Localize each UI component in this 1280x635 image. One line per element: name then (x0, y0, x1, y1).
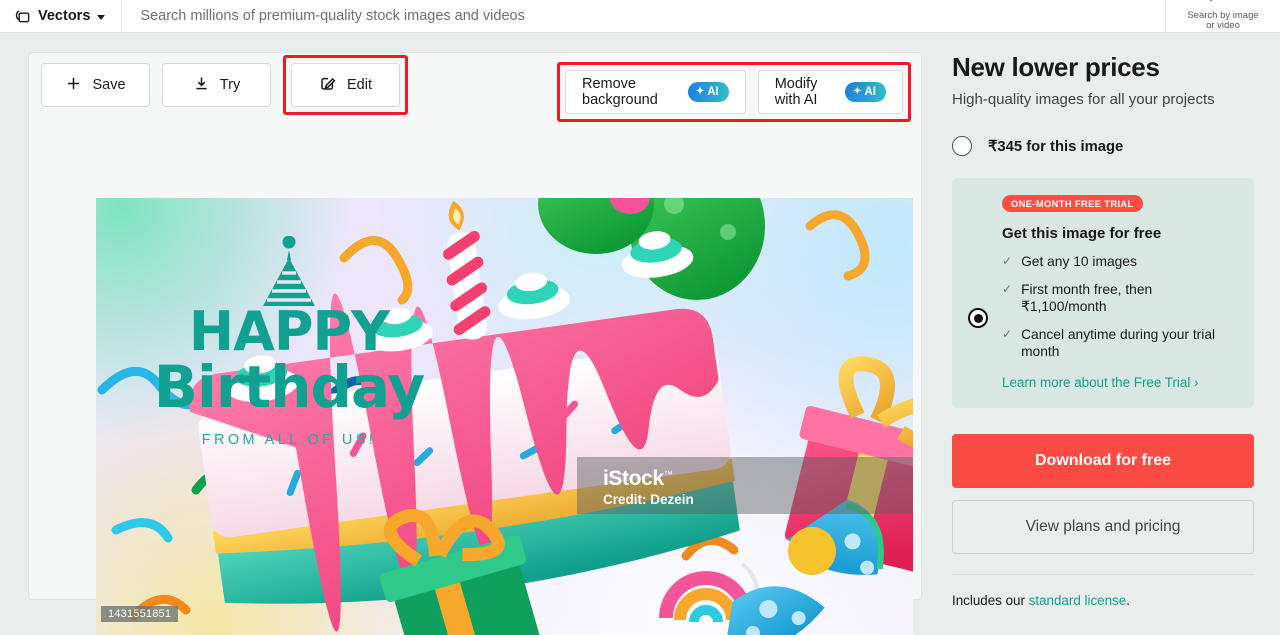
free-trial-feature-label: First month free, then ₹1,100/month (1021, 282, 1153, 314)
free-trial-radio[interactable] (968, 308, 988, 328)
vectors-label: Vectors (38, 8, 91, 24)
watermark-overlay: iStock™ Credit: Dezein (577, 457, 913, 514)
download-for-free-button[interactable]: Download for free (952, 434, 1254, 488)
ai-badge-label: AI (864, 86, 877, 98)
search-by-image-label: Search by image or video (1187, 10, 1258, 32)
view-plans-and-pricing-button[interactable]: View plans and pricing (952, 500, 1254, 554)
asset-preview-card: Save Try Edit Remove background ✦ AI Mod… (28, 52, 922, 635)
search-by-image-line2: or video (1206, 20, 1240, 31)
sparkle-icon: ✦ (695, 86, 705, 97)
check-icon: ✓ (1002, 282, 1013, 296)
single-image-radio[interactable] (952, 136, 972, 156)
status-badge: ONE-MONTH FREE TRIAL (1002, 195, 1143, 212)
remove-background-button[interactable]: Remove background ✦ AI (565, 70, 746, 114)
search-field-wrapper (122, 0, 1165, 33)
save-button[interactable]: Save (41, 63, 150, 107)
edit-button[interactable]: Edit (291, 63, 400, 107)
search-input[interactable] (138, 7, 1165, 25)
divider (952, 574, 1254, 575)
try-label: Try (219, 77, 241, 93)
page-body: Birthday cake vector background design. … (0, 33, 1280, 635)
search-by-image-button[interactable]: Search by image or video (1165, 0, 1280, 33)
free-trial-feature-label: Get any 10 images (1021, 254, 1137, 269)
asset-id-badge: 1431551851 (101, 606, 179, 622)
pricing-heading: New lower prices (952, 52, 1160, 82)
check-icon: ✓ (1002, 327, 1013, 341)
chevron-down-icon (97, 15, 106, 20)
greeting-line-2: Birthday (153, 353, 425, 421)
edit-button-highlight: Edit (283, 55, 408, 115)
try-button[interactable]: Try (162, 63, 271, 107)
remove-background-label: Remove background (582, 76, 658, 108)
modify-with-ai-button[interactable]: Modify with AI ✦ AI (757, 70, 903, 114)
party-hat-icon (124, 236, 454, 308)
free-trial-content: ONE-MONTH FREE TRIAL Get this image for … (1002, 194, 1236, 390)
free-trial-radio-column (968, 194, 988, 390)
sparkle-icon: ✦ (853, 86, 862, 97)
plus-icon (65, 75, 82, 96)
download-icon (193, 75, 210, 96)
license-note-prefix: Includes our (952, 593, 1029, 608)
greeting-line-3: FROM ALL OF US! (201, 432, 377, 448)
license-note-suffix: . (1126, 593, 1130, 608)
single-image-price-option[interactable]: ₹345 for this image (952, 136, 1254, 156)
top-navigation-bar: Vectors Search by image or video (0, 0, 1280, 33)
ai-badge: ✦ AI (687, 82, 729, 102)
modify-with-ai-label: Modify with AI (774, 76, 818, 108)
trademark-symbol: ™ (663, 469, 673, 479)
pricing-subheading: High-quality images for all your project… (952, 91, 1215, 108)
greeting-text-block: HAPPY Birthday FROM ALL OF US! (124, 236, 454, 448)
pencil-square-icon (319, 74, 337, 96)
asset-preview-image[interactable]: HAPPY Birthday FROM ALL OF US! iStock™ C… (96, 198, 913, 635)
image-video-search-icon (1208, 0, 1238, 11)
ai-badge: ✦ AI (845, 82, 886, 102)
learn-more-link[interactable]: Learn more about the Free Trial › (1002, 375, 1236, 390)
single-image-price-label: ₹345 for this image (988, 138, 1124, 155)
watermark-credit: Credit: Dezein (603, 492, 694, 507)
free-trial-heading: Get this image for free (1002, 225, 1162, 242)
pricing-panel: New lower prices High-quality images for… (952, 52, 1254, 608)
ai-badge-label: AI (707, 86, 719, 98)
asset-action-toolbar: Save Try Edit Remove background ✦ AI Mod… (41, 55, 911, 122)
free-trial-option-card[interactable]: ONE-MONTH FREE TRIAL Get this image for … (952, 178, 1254, 408)
vectors-category-dropdown[interactable]: Vectors (0, 0, 121, 33)
free-trial-feature-label: Cancel anytime during your trial month (1021, 327, 1216, 359)
edit-label: Edit (347, 77, 372, 93)
save-label: Save (92, 77, 126, 93)
free-trial-feature: ✓ Get any 10 images (1002, 253, 1236, 270)
standard-license-link[interactable]: standard license (1029, 593, 1127, 608)
free-trial-feature: ✓ Cancel anytime during your trial month (1002, 326, 1236, 360)
free-trial-feature: ✓ First month free, then ₹1,100/month (1002, 281, 1236, 315)
license-note: Includes our standard license. (952, 593, 1254, 608)
check-icon: ✓ (1002, 254, 1013, 268)
watermark-brand-text: iStock (603, 467, 664, 490)
greeting-line-1: HAPPY (188, 300, 390, 363)
ai-tools-highlight: Remove background ✦ AI Modify with AI ✦ … (557, 62, 911, 122)
vectors-icon (14, 8, 31, 25)
watermark-brand: iStock™ (603, 463, 913, 490)
